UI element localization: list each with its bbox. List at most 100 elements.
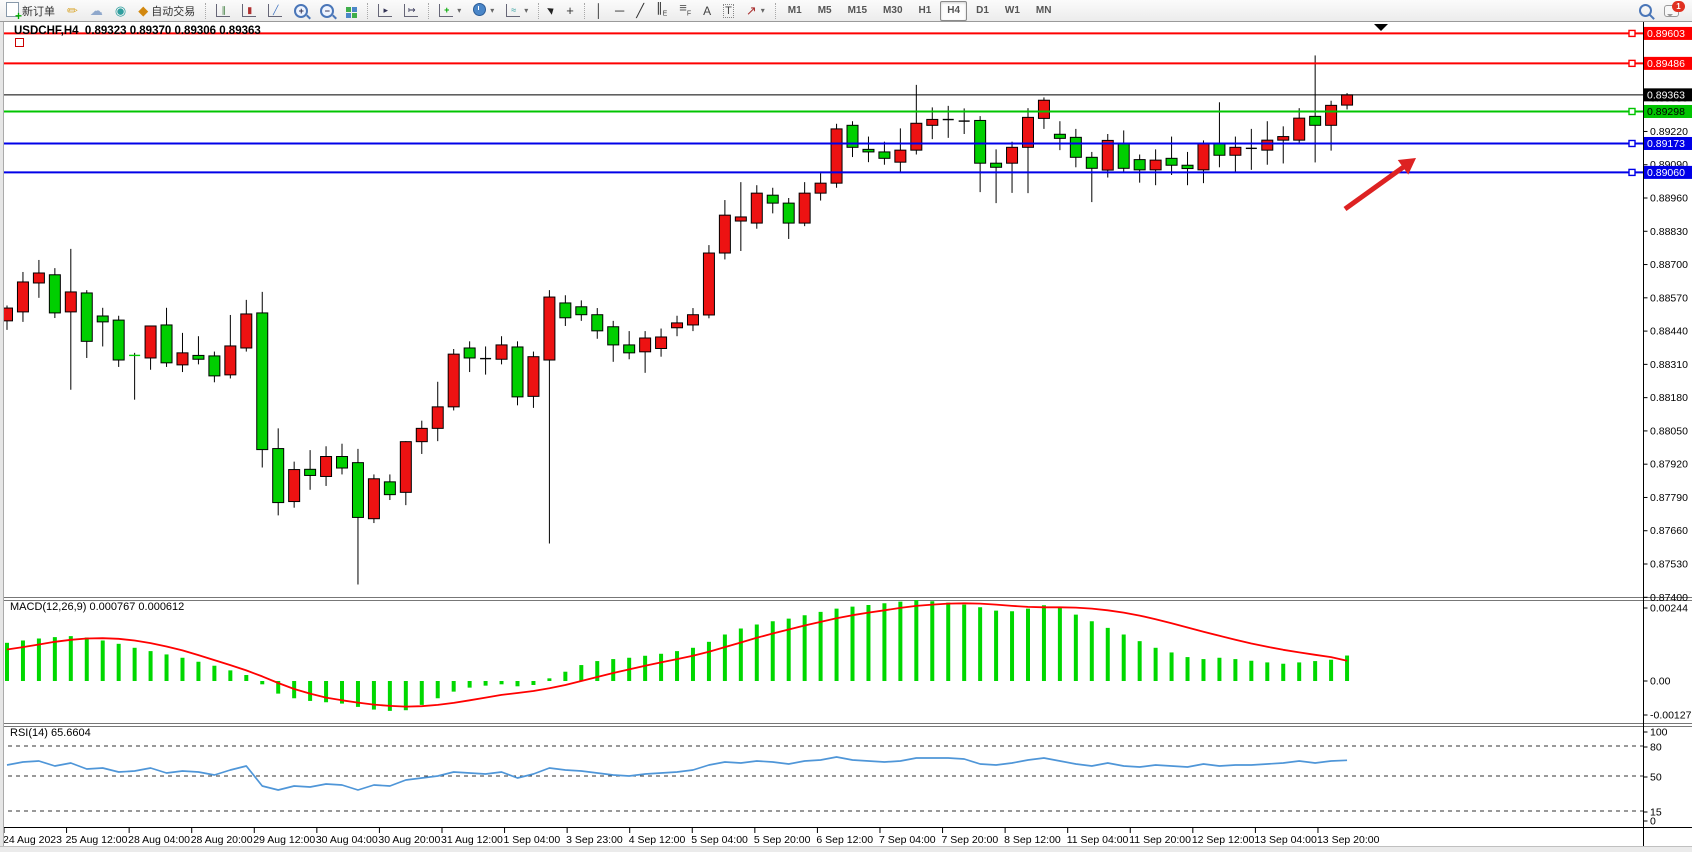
price-tick-label: 0.87530 bbox=[1650, 559, 1688, 571]
candle-body bbox=[496, 345, 507, 359]
templates-button[interactable]: ≈▾ bbox=[501, 1, 533, 21]
zoom-in-icon: + bbox=[294, 4, 308, 18]
arrows-icon: ↗ bbox=[746, 4, 757, 18]
publisher-button[interactable]: ✏ bbox=[62, 1, 83, 21]
text-button[interactable]: A bbox=[698, 1, 716, 21]
rsi-label: RSI(14) 65.6604 bbox=[10, 727, 91, 739]
candle-body bbox=[177, 353, 188, 365]
search-button[interactable] bbox=[1634, 1, 1657, 21]
zoom-out-button[interactable]: − bbox=[315, 1, 339, 21]
tile-windows-button[interactable] bbox=[341, 1, 362, 21]
timeframe-button-w1[interactable]: W1 bbox=[998, 1, 1027, 21]
timeframe-button-d1[interactable]: D1 bbox=[969, 1, 996, 21]
candle-body bbox=[273, 449, 284, 503]
candle-body bbox=[321, 457, 332, 477]
hline-handle[interactable] bbox=[1629, 60, 1635, 66]
hline-handle[interactable] bbox=[1629, 140, 1635, 146]
periods-button[interactable]: ▾ bbox=[468, 1, 499, 21]
candle-body bbox=[703, 253, 714, 315]
auto-scroll-button[interactable]: ▸ bbox=[373, 1, 397, 21]
candle-body bbox=[384, 482, 395, 495]
time-axis-label: 4 Sep 12:00 bbox=[629, 834, 686, 846]
candle-body bbox=[576, 307, 587, 315]
candle-body bbox=[448, 354, 459, 407]
zoom-out-icon: − bbox=[320, 4, 334, 18]
time-axis-label: 1 Sep 04:00 bbox=[504, 834, 561, 846]
signal-icon: ◉ bbox=[115, 4, 126, 18]
candle-body bbox=[1310, 116, 1321, 125]
auto-trading-button[interactable]: ◆自动交易 bbox=[133, 1, 200, 21]
hline-button[interactable]: ─ bbox=[610, 1, 629, 21]
new-order-button-label: 新订单 bbox=[22, 3, 55, 19]
candle-body bbox=[1166, 158, 1177, 165]
toolbar-separator bbox=[205, 3, 206, 19]
arrows-button[interactable]: ↗▾ bbox=[741, 1, 770, 21]
candle-body bbox=[1294, 118, 1305, 140]
auto-trading-button-label: 自动交易 bbox=[151, 3, 195, 19]
line-chart-button[interactable]: ╱ bbox=[263, 1, 287, 21]
time-axis-label: 24 Aug 2023 bbox=[3, 834, 62, 846]
price-tick-label: 0.88960 bbox=[1650, 193, 1688, 205]
timeframe-button-m15[interactable]: M15 bbox=[841, 1, 874, 21]
candle-body bbox=[1214, 143, 1225, 155]
candle-body bbox=[193, 355, 204, 359]
candle-body bbox=[257, 313, 268, 450]
hline-handle[interactable] bbox=[1629, 108, 1635, 114]
time-axis-label: 31 Aug 12:00 bbox=[441, 834, 503, 846]
toolbar-separator bbox=[428, 3, 429, 19]
cursor-button[interactable] bbox=[544, 1, 559, 21]
macd-axis-label: 0.00244 bbox=[1650, 603, 1688, 615]
candle-body bbox=[672, 323, 683, 328]
bar-chart-button[interactable]: ∥ bbox=[211, 1, 235, 21]
candle-chart-button[interactable]: ▮ bbox=[237, 1, 261, 21]
rsi-axis-label: 100 bbox=[1650, 727, 1668, 739]
label-button[interactable]: T bbox=[718, 1, 739, 21]
hline-handle[interactable] bbox=[1629, 169, 1635, 175]
price-tick-label: 0.88310 bbox=[1650, 359, 1688, 371]
price-tick-label: 0.88050 bbox=[1650, 425, 1688, 437]
candle-body bbox=[1262, 140, 1273, 150]
timeframe-button-m1[interactable]: M1 bbox=[781, 1, 809, 21]
candle-body bbox=[1102, 140, 1113, 170]
candle-body bbox=[927, 119, 938, 125]
channel-button[interactable]: ∥E bbox=[651, 1, 672, 21]
chart-shift-button[interactable]: ↦ bbox=[399, 1, 423, 21]
timeframe-button-h1[interactable]: H1 bbox=[912, 1, 939, 21]
indicators-icon: + bbox=[439, 4, 453, 18]
candle-body bbox=[895, 150, 906, 162]
crosshair-button[interactable]: + bbox=[561, 1, 579, 21]
price-tick-label: 0.88440 bbox=[1650, 326, 1688, 338]
indicators-button[interactable]: +▾ bbox=[434, 1, 466, 21]
candle-body bbox=[145, 326, 156, 358]
hline-handle[interactable] bbox=[1629, 30, 1635, 36]
candle-body bbox=[528, 357, 539, 397]
price-line-badge-label: 0.89298 bbox=[1647, 106, 1685, 118]
time-axis-label: 11 Sep 04:00 bbox=[1067, 834, 1129, 846]
toolbar-separator bbox=[584, 3, 585, 19]
candle-body bbox=[719, 215, 730, 253]
timeframe-button-m5[interactable]: M5 bbox=[811, 1, 839, 21]
trendline-button[interactable]: ╱ bbox=[631, 1, 649, 21]
vline-button[interactable]: │ bbox=[590, 1, 608, 21]
signals-button[interactable]: ◉ bbox=[110, 1, 131, 21]
candle-body bbox=[464, 348, 475, 358]
clock-icon bbox=[473, 3, 486, 19]
notifications-button[interactable]: 1 bbox=[1659, 1, 1684, 21]
community-button[interactable]: ☁ bbox=[85, 1, 108, 21]
zoom-in-button[interactable]: + bbox=[289, 1, 313, 21]
price-line-badge-label: 0.89486 bbox=[1647, 58, 1685, 70]
megaphone-icon: ◆ bbox=[138, 4, 148, 18]
timeframe-button-mn[interactable]: MN bbox=[1029, 1, 1059, 21]
timeframe-button-h4[interactable]: H4 bbox=[940, 1, 967, 21]
new-order-button[interactable]: 新订单 bbox=[1, 1, 60, 21]
timeframe-button-m30[interactable]: M30 bbox=[876, 1, 909, 21]
candle-body bbox=[1342, 95, 1353, 105]
toolbar-separator bbox=[775, 3, 776, 19]
time-axis-label: 5 Sep 20:00 bbox=[754, 834, 811, 846]
candle-body bbox=[815, 183, 826, 193]
toolbar-separator bbox=[367, 3, 368, 19]
candle-body bbox=[17, 282, 28, 312]
candle-body bbox=[33, 273, 44, 283]
fibonacci-button[interactable]: ≡F bbox=[674, 1, 696, 21]
time-axis-label: 28 Aug 04:00 bbox=[128, 834, 190, 846]
